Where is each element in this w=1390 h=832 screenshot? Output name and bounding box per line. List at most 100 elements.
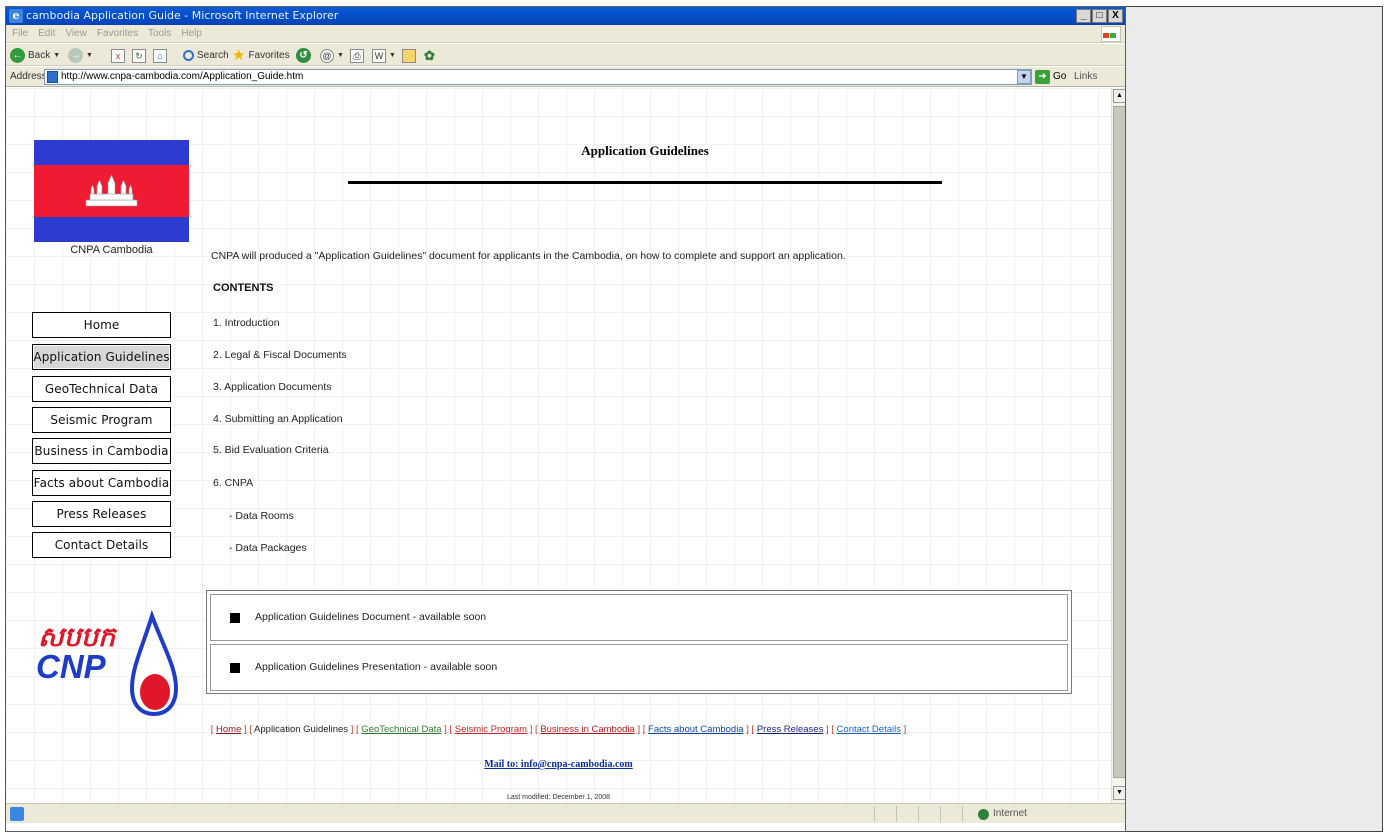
cnpa-logo: សបបក CNP — [36, 609, 179, 716]
menu-view[interactable]: View — [65, 25, 87, 43]
mail-link[interactable]: Mail to: info@cnpa-cambodia.com — [6, 759, 1111, 770]
scroll-up-button[interactable]: ▲ — [1113, 89, 1125, 103]
toc-subitem: - Data Rooms — [229, 510, 294, 522]
word-icon: W — [372, 48, 386, 63]
toc-item: 2. Legal & Fiscal Documents — [213, 349, 347, 361]
toc-item: 6. CNPA — [213, 477, 254, 489]
flag-caption: CNPA Cambodia — [70, 244, 153, 256]
last-modified: Last modified: December 1, 2008 — [506, 794, 611, 801]
chevron-down-icon: ▼ — [53, 52, 61, 59]
footer-link-press[interactable]: Press Releases — [757, 724, 824, 735]
footer-link-business[interactable]: Business in Cambodia — [540, 724, 635, 735]
search-label: Search — [197, 50, 229, 61]
footer-link-facts[interactable]: Facts about Cambodia — [648, 724, 744, 735]
document-label: Application Guidelines Document - availa… — [255, 611, 487, 623]
status-cell — [874, 806, 894, 822]
desktop: e cambodia Application Guide - Microsoft… — [0, 0, 1390, 832]
close-button[interactable]: X — [1108, 9, 1123, 23]
page-title: Application Guidelines — [581, 143, 709, 158]
footer-link-seismic[interactable]: Seismic Program — [455, 724, 527, 735]
home-button[interactable]: ⌂ — [153, 47, 167, 64]
mail-button[interactable]: @ ▼ — [320, 47, 344, 64]
menu-bar: File Edit View Favorites Tools Help — [6, 25, 1125, 56]
contents-heading: CONTENTS — [213, 282, 274, 294]
star-icon: ★ — [232, 47, 246, 64]
footer-link-home[interactable]: Home — [216, 724, 241, 735]
toc-item: 5. Bid Evaluation Criteria — [213, 444, 329, 456]
bullet-square-icon — [230, 613, 240, 623]
search-button[interactable]: Search — [183, 47, 229, 64]
minimize-button[interactable]: _ — [1076, 9, 1091, 23]
nav-press-releases[interactable]: Press Releases — [32, 501, 171, 527]
refresh-button[interactable]: ↻ — [132, 47, 146, 64]
footer-link-geotechnical[interactable]: GeoTechnical Data — [361, 724, 441, 735]
menu-file[interactable]: File — [12, 25, 28, 43]
discuss-button[interactable] — [402, 47, 416, 64]
folder-icon — [402, 48, 416, 63]
status-cell — [918, 806, 938, 822]
intro-text: CNPA will produced a "Application Guidel… — [211, 250, 846, 262]
nav-business-in-cambodia[interactable]: Business in Cambodia — [32, 438, 171, 464]
scroll-thumb[interactable] — [1113, 106, 1125, 778]
maximize-button[interactable]: □ — [1092, 9, 1107, 23]
toc-item: 1. Introduction — [213, 317, 280, 329]
address-dropdown-button[interactable]: ▼ — [1017, 70, 1031, 84]
nav-geotechnical-data[interactable]: GeoTechnical Data — [32, 376, 171, 402]
search-icon — [183, 50, 194, 61]
cambodia-flag — [34, 140, 189, 242]
page-icon — [47, 71, 58, 83]
menu-help[interactable]: Help — [181, 25, 202, 43]
toc-subitem: - Data Packages — [229, 542, 307, 554]
messenger-button[interactable]: ✿ — [424, 47, 435, 64]
zone-label: Internet — [993, 808, 1027, 819]
logo-cnp-text: CNP — [36, 648, 107, 685]
title-divider — [348, 181, 942, 184]
print-button[interactable]: ⎙ — [350, 47, 364, 64]
ie-icon[interactable]: e — [9, 9, 23, 23]
menu-favorites[interactable]: Favorites — [97, 25, 138, 43]
forward-button[interactable]: → ▼ — [68, 47, 93, 64]
globe-icon — [978, 808, 989, 820]
status-cell — [896, 806, 916, 822]
footer-nav: [ Home ] [ Application Guidelines ] [ Ge… — [210, 724, 907, 735]
vertical-scrollbar[interactable]: ▲ ▼ — [1111, 88, 1125, 803]
nav-facts-about-cambodia[interactable]: Facts about Cambodia — [32, 470, 171, 496]
nav-seismic-program[interactable]: Seismic Program — [32, 407, 171, 433]
status-cell — [940, 806, 960, 822]
windows-logo-icon — [1101, 26, 1121, 56]
nav-contact-details[interactable]: Contact Details — [32, 532, 171, 558]
edit-button[interactable]: W ▼ — [372, 47, 396, 64]
footer-link-contact[interactable]: Contact Details — [837, 724, 901, 735]
history-button[interactable]: ↺ — [296, 47, 311, 64]
back-button[interactable]: ← Back ▼ — [10, 47, 60, 64]
address-bar: Address http://www.cnpa-cambodia.com/App… — [6, 67, 1125, 87]
home-icon: ⌂ — [153, 48, 167, 63]
scroll-down-button[interactable]: ▼ — [1113, 786, 1125, 800]
window-title: cambodia Application Guide - Microsoft I… — [26, 9, 339, 22]
title-bar[interactable]: e cambodia Application Guide - Microsoft… — [6, 7, 1125, 25]
nav-application-guidelines[interactable]: Application Guidelines — [32, 344, 171, 370]
stop-icon: x — [111, 48, 125, 63]
menu-edit[interactable]: Edit — [38, 25, 55, 43]
nav-home[interactable]: Home — [32, 312, 171, 338]
stop-button[interactable]: x — [111, 47, 125, 64]
security-zone: Internet — [978, 804, 1027, 824]
chevron-down-icon: ▼ — [389, 52, 396, 59]
print-icon: ⎙ — [350, 48, 364, 63]
toc-item: 4. Submitting an Application — [213, 413, 343, 425]
go-label: Go — [1053, 71, 1067, 82]
go-arrow-icon: ➜ — [1035, 70, 1050, 84]
address-input[interactable]: http://www.cnpa-cambodia.com/Application… — [44, 69, 1032, 85]
status-bar: Internet — [6, 803, 1125, 823]
links-button[interactable]: Links — [1074, 67, 1097, 87]
toc-item: 3. Application Documents — [213, 381, 332, 393]
forward-arrow-icon: → — [68, 48, 83, 63]
favorites-button[interactable]: ★ Favorites — [232, 47, 290, 64]
page-content: CNPA Cambodia Home Application Guideline… — [6, 88, 1111, 803]
bullet-square-icon — [230, 663, 240, 673]
window-controls: _ □ X — [1076, 9, 1123, 23]
menu-tools[interactable]: Tools — [148, 25, 171, 43]
desktop-background — [1126, 6, 1383, 832]
go-button[interactable]: ➜ Go — [1035, 69, 1066, 85]
back-label: Back — [28, 50, 51, 61]
